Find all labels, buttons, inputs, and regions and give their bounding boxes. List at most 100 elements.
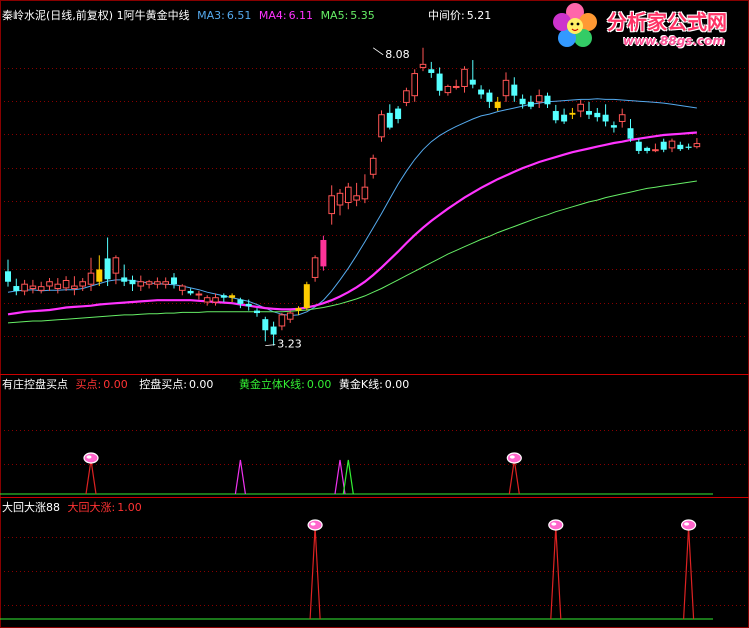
candle-19: [162, 277, 169, 289]
candle-72: [602, 104, 609, 127]
candle-27: [229, 293, 236, 302]
candle-body: [245, 303, 252, 307]
candle-body: [527, 101, 534, 107]
candle-body: [444, 85, 452, 94]
candle-body: [428, 69, 435, 73]
candle-36: [303, 281, 310, 311]
candle-55: [461, 66, 468, 93]
candle-75: [627, 119, 634, 142]
marker-gem-highlight: [86, 455, 92, 459]
buy-value: 0.00: [103, 378, 128, 391]
candle-31: [262, 316, 269, 342]
ma3-label: MA3:: [197, 9, 225, 22]
candle-47: [395, 106, 402, 124]
watermark-logo: 分析家公式网 www.88gs.com: [545, 0, 749, 52]
p2-spike-10: [85, 459, 97, 495]
candle-body: [635, 141, 642, 151]
candle-body: [5, 271, 11, 282]
candle-82: [685, 143, 692, 150]
annotation-leader: [372, 47, 384, 56]
candle-body: [602, 114, 609, 122]
stock-name: 秦岭水泥(日线,前复权): [2, 9, 114, 22]
candle-20: [171, 273, 177, 289]
annotation-label-8.08: 8.08: [385, 48, 410, 61]
ctrl-label: 控盘买点:: [139, 378, 187, 391]
chart-canvas: 8.08 3.23: [0, 0, 749, 628]
candle-49: [411, 69, 418, 102]
candle-body: [96, 269, 103, 282]
candle-body: [278, 314, 286, 327]
annotation-label-3.23: 3.23: [277, 338, 302, 351]
candle-57: [478, 85, 485, 99]
up-label: 大回大涨:: [67, 501, 116, 514]
moving-average-lines: [7, 98, 697, 324]
candle-40: [336, 189, 344, 216]
candle-45: [378, 110, 385, 142]
candle-body: [395, 108, 402, 120]
candle-body: [295, 308, 302, 311]
gold3d-label: 黄金立体K线:: [238, 378, 305, 391]
candle-body: [361, 186, 369, 200]
candle-body: [154, 281, 161, 285]
candle-25: [212, 293, 219, 306]
candle-70: [586, 101, 592, 120]
candle-48: [403, 87, 410, 107]
candle-64: [535, 89, 543, 108]
candle-body: [336, 192, 344, 206]
candle-body: [187, 290, 194, 294]
gold3d-value: 0.00: [306, 378, 332, 391]
candle-body: [494, 101, 501, 108]
ma4-value: 6.11: [288, 9, 314, 22]
candle-body: [121, 277, 128, 282]
indicator-name: 1阿牛黄金中线: [116, 9, 190, 22]
candle-body: [254, 310, 260, 314]
candle-37: [311, 255, 319, 282]
buy-label: 买点:: [75, 378, 102, 391]
candle-54: [452, 79, 460, 90]
marker-gem: [548, 519, 564, 531]
candle-body: [535, 95, 543, 103]
candle-body: [577, 103, 585, 112]
candle-59: [494, 96, 501, 112]
candle-body: [618, 114, 626, 122]
p3-spike-37: [309, 526, 321, 620]
url-text: www.88gs.com: [623, 34, 725, 48]
candle-81: [677, 141, 684, 151]
candle-body: [386, 112, 393, 128]
candle-body: [436, 73, 443, 91]
candle-61: [511, 77, 518, 102]
candle-body: [328, 195, 335, 215]
candle-body: [62, 280, 70, 289]
candle-52: [436, 67, 443, 96]
marker-gem-highlight: [684, 522, 690, 526]
candle-body: [220, 295, 227, 298]
candle-body: [37, 286, 45, 291]
ma4-label: MA4:: [258, 9, 287, 22]
candle-10: [87, 257, 95, 291]
candle-body: [403, 90, 410, 103]
candle-body: [552, 111, 559, 121]
candle-body: [162, 281, 169, 285]
candle-body: [652, 149, 659, 152]
candle-body: [452, 85, 460, 88]
candle-body: [502, 79, 510, 97]
candle-body: [610, 125, 617, 128]
candle-23: [195, 290, 203, 300]
candle-42: [353, 182, 360, 207]
candle-44: [369, 154, 377, 179]
candle-body: [303, 284, 310, 309]
candle-body: [345, 186, 352, 204]
candle-30: [254, 308, 260, 317]
panel2-signals: [0, 452, 713, 495]
p3-marker-82: [680, 519, 697, 531]
candle-56: [469, 60, 476, 89]
candle-body: [129, 279, 136, 285]
candle-body: [511, 84, 518, 96]
candle-2: [21, 279, 28, 296]
candle-16: [137, 275, 145, 291]
candle-body: [677, 144, 684, 150]
candle-body: [478, 89, 485, 95]
candle-body: [286, 312, 294, 320]
candle-body: [203, 297, 211, 303]
candle-body: [311, 257, 319, 278]
